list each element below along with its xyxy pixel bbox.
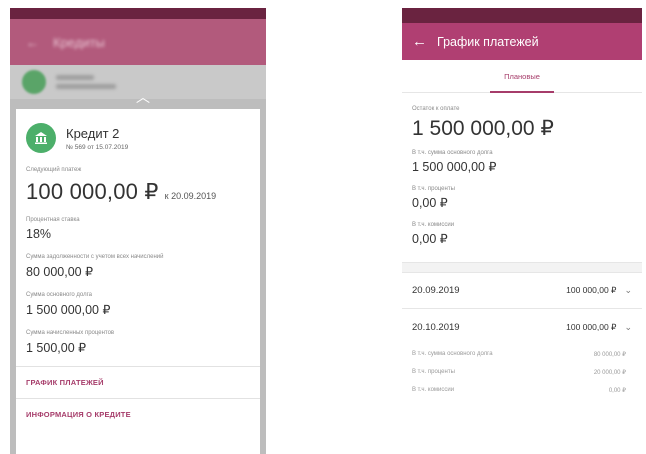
field-label: Процентная ставка [26,217,80,223]
detail-label: В т.ч. комиссии [412,387,455,393]
loan-contract-number: № 569 от 15.07.2019 [66,143,129,151]
detail-label: В т.ч. проценты [412,369,455,375]
principal-debt-value: 1 500 000,00 ₽ [26,303,111,317]
schedule-summary: Остаток к оплате 1 500 000,00 ₽ В т.ч. с… [402,93,642,246]
payment-date: 20.09.2019 [412,285,460,296]
arrow-left-icon[interactable]: ← [26,35,39,50]
payment-date: 20.10.2019 [412,321,460,333]
fees-value: 0,00 ₽ [412,232,448,246]
chevron-down-icon[interactable]: ︿ [136,87,150,107]
interest-label: В т.ч. проценты [412,186,455,192]
screenshot-stage: ← Кредиты ︿ Кредит 2 № 569 от 15.07.2019… [0,0,646,454]
detail-value: 80 000,00 ₽ [593,351,626,358]
section-divider [402,262,642,273]
next-payment-due-date: к 20.09.2019 [164,191,217,201]
field-label: Сумма задолженности с учетом всех начисл… [26,254,164,260]
payment-detail-row: В т.ч. сумма основного долга 80 000,00 ₽ [402,345,642,363]
detail-value: 20 000,00 ₽ [593,369,626,376]
app-bar: ← График платежей [402,23,642,60]
payment-schedule-link[interactable]: ГРАФИК ПЛАТЕЖЕЙ [26,367,250,398]
app-bar: ← Кредиты [10,19,266,65]
chevron-down-icon[interactable]: ⌄ [624,322,632,333]
loan-name: Кредит 2 [66,125,120,141]
status-bar [402,8,642,23]
payment-amount: 100 000,00 ₽ [566,285,617,295]
payment-amount: 100 000,00 ₽ [566,321,617,332]
dimmed-avatar [22,70,46,94]
accrued-interest-value: 1 500,00 ₽ [26,341,87,355]
total-debt-value: 80 000,00 ₽ [26,265,94,279]
field-label: Сумма начисленных процентов [26,330,115,336]
screen-title: График платежей [437,34,539,49]
payment-detail-row: В т.ч. проценты 20 000,00 ₽ [402,363,642,381]
payment-row[interactable]: 20.09.2019 100 000,00 ₽ ⌄ [402,273,642,309]
payment-row-expanded[interactable]: 20.10.2019 100 000,00 ₽ ⌄ [402,309,642,345]
chevron-down-icon[interactable]: ⌄ [624,285,632,296]
field-label: Сумма основного долга [26,292,93,298]
loan-details-screen: ← Кредиты ︿ Кредит 2 № 569 от 15.07.2019… [10,8,266,454]
tab-indicator [490,91,554,93]
app-bar-title: Кредиты [53,34,105,50]
bank-icon [26,123,56,153]
status-bar [10,8,266,19]
tab-bar: Плановые [402,60,642,93]
remaining-value: 1 500 000,00 ₽ [412,117,554,140]
payment-schedule-screen: ← График платежей Плановые Остаток к опл… [402,8,642,454]
next-payment-label: Следующий платеж [26,167,82,173]
detail-label: В т.ч. сумма основного долга [412,351,493,357]
remaining-label: Остаток к оплате [412,106,460,112]
dimmed-loan-list-item: ︿ [10,65,266,105]
tab-planned[interactable]: Плановые [504,72,540,81]
interest-value: 0,00 ₽ [412,196,448,210]
arrow-left-icon[interactable]: ← [412,33,427,50]
principal-label: В т.ч. сумма основного долга [412,150,493,156]
loan-info-link[interactable]: ИНФОРМАЦИЯ О КРЕДИТЕ [26,399,250,430]
detail-value: 0,00 ₽ [608,387,626,394]
loan-bottom-sheet: Кредит 2 № 569 от 15.07.2019 Следующий п… [16,109,260,454]
principal-value: 1 500 000,00 ₽ [412,160,497,174]
payment-detail-row: В т.ч. комиссии 0,00 ₽ [402,381,642,399]
loan-header: Кредит 2 № 569 от 15.07.2019 [26,123,250,153]
fees-label: В т.ч. комиссии [412,222,455,228]
next-payment-amount: 100 000,00 ₽ [26,179,159,204]
interest-rate-value: 18% [26,227,52,241]
